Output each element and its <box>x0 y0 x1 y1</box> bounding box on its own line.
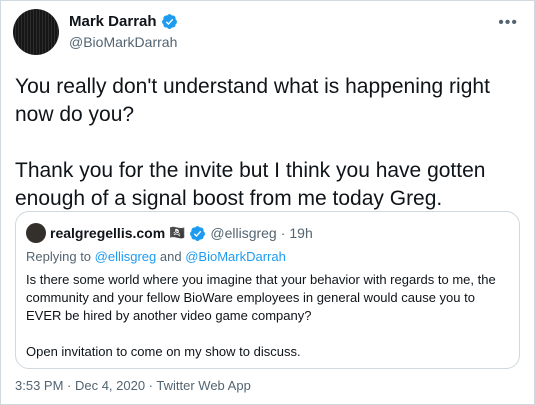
verified-badge-icon <box>190 225 206 241</box>
replying-prefix: Replying to <box>26 249 95 264</box>
tweet-metadata[interactable]: 3:53 PM · Dec 4, 2020 · Twitter Web App <box>15 378 251 393</box>
reply-conjunction: and <box>156 249 186 264</box>
quoted-tweet-header: realgregellis.com 🏴‍☠️ @ellisgreg · 19h <box>26 223 313 243</box>
verified-badge-icon <box>161 14 177 29</box>
reply-user-link[interactable]: @BioMarkDarrah <box>185 249 286 264</box>
quoted-avatar <box>26 223 46 243</box>
author-handle[interactable]: @BioMarkDarrah <box>69 34 177 50</box>
author-name[interactable]: Mark Darrah <box>69 13 157 30</box>
separator-dot: · <box>280 225 286 241</box>
pirate-flag-icon: 🏴‍☠️ <box>169 225 186 240</box>
quoted-tweet[interactable]: realgregellis.com 🏴‍☠️ @ellisgreg · 19h … <box>15 211 520 369</box>
more-options-icon[interactable]: ••• <box>498 14 518 32</box>
replying-to-line: Replying to @ellisgreg and @BioMarkDarra… <box>26 249 286 264</box>
quoted-author-handle: @ellisgreg <box>210 225 277 241</box>
quoted-tweet-text: Is there some world where you imagine th… <box>26 272 496 359</box>
avatar[interactable] <box>13 9 59 55</box>
quoted-author-name: realgregellis.com <box>50 225 166 241</box>
reply-user-link[interactable]: @ellisgreg <box>95 249 157 264</box>
author-row: Mark Darrah <box>69 13 178 30</box>
quoted-timestamp: 19h <box>289 225 313 241</box>
tweet-text: You really don't understand what is happ… <box>15 75 490 210</box>
tweet-card: Mark Darrah @BioMarkDarrah ••• You reall… <box>0 0 535 405</box>
